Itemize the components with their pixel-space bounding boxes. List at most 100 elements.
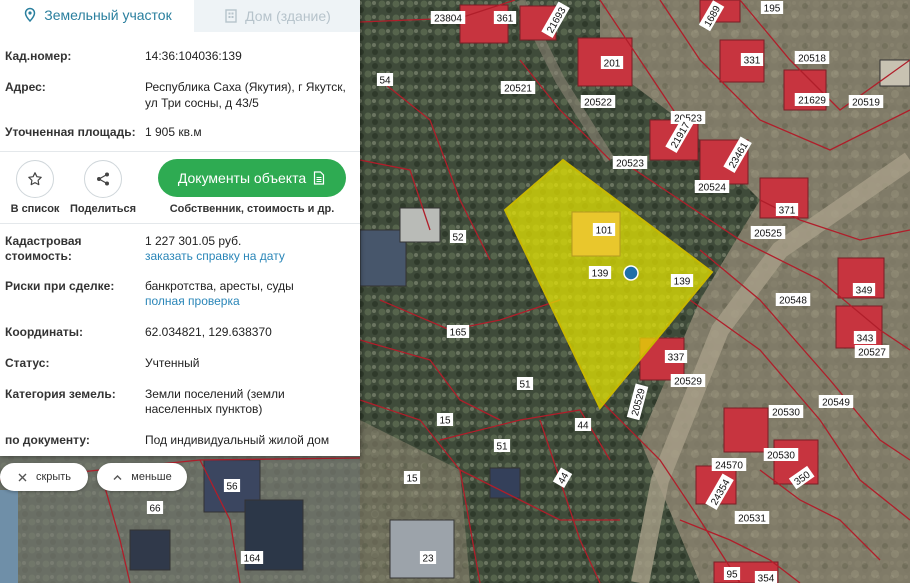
parcel-number-text: 20525 [754,229,782,240]
parcel-number-text: 20519 [852,98,880,109]
parcel-number-text: 54 [379,76,391,87]
parcel-number-text: 139 [592,269,609,280]
parcel-number-text: 51 [519,380,531,391]
parcel-number-label: 101 [592,223,616,237]
parcel-number-text: 20522 [584,98,612,109]
parcel-number-label: 337 [664,350,688,364]
cadastral-number-label: Кад.номер: [5,49,72,63]
tab-land-parcel-label: Земельный участок [44,7,172,23]
cadastral-cost-value-block: 1 227 301.05 руб. заказать справку на да… [145,234,350,264]
cadastral-cost-value: 1 227 301.05 руб. [145,234,242,248]
address-line-1: Республика Саха (Якутия), г Якутск, [145,80,346,94]
address-value: Республика Саха (Якутия), г Якутск, ул Т… [145,80,350,111]
parcel-number-label: 139 [670,274,694,288]
tab-land-parcel[interactable]: Земельный участок [0,0,194,32]
share-button[interactable] [84,160,122,198]
parcel-number-text: 101 [596,226,613,237]
close-icon [18,473,27,481]
parcel-number-label: 195 [760,1,784,15]
location-dot-icon[interactable] [623,265,639,281]
cadastral-cost-label: Кадастровая стоимость: [5,234,140,264]
parcel-number-label: 201 [600,56,624,70]
hide-panel-label: скрыть [35,471,72,483]
add-to-list-button[interactable] [16,160,54,198]
parcel-number-label: 20527 [854,345,890,359]
star-icon [28,172,42,186]
parcel-number-text: 20521 [504,84,532,95]
share-icon [97,172,109,186]
deal-risks-label: Риски при сделке: [5,279,115,293]
object-documents-button[interactable]: Документы объекта [158,159,346,197]
address-line-2: ул Три сосны, д 43/5 [145,96,259,110]
parcel-number-label: 20529 [670,374,706,388]
parcel-number-text: 44 [577,421,589,432]
parcel-number-text: 164 [244,554,261,565]
parcel-number-label: 23804 [430,11,466,25]
hide-panel-button[interactable]: скрыть [0,463,88,491]
status-label: Статус: [5,356,50,370]
land-category-line-1: Земли поселений (земли [145,387,285,401]
parcel-number-text: 52 [452,233,464,244]
object-documents-label: Документы объекта [177,170,307,186]
map-pin-icon [25,7,36,23]
area-value: 1 905 кв.м [145,125,202,139]
coordinates-label: Координаты: [5,325,84,339]
tab-house-label: Дом (здание) [245,8,331,24]
parcel-info-panel: Земельный участок Дом (здание) Кад.номер… [0,0,360,456]
parcel-number-text: 23804 [434,14,462,25]
parcel-number-text: 95 [726,570,738,581]
parcel-number-label: 354 [754,571,778,583]
land-category-line-2: населенных пунктов) [145,402,263,416]
collapse-panel-label: меньше [131,471,172,483]
land-category-value: Земли поселений (земли населенных пункто… [145,387,350,417]
parcel-number-label: 95 [723,567,741,581]
cadastral-number-link[interactable]: 14:36:104036:139 [145,49,350,64]
parcel-number-label: 44 [574,418,592,432]
parcel-number-text: 20527 [858,348,886,359]
parcel-number-text: 195 [764,4,781,15]
parcel-number-label: 54 [376,73,394,87]
parcel-number-label: 343 [853,331,877,345]
order-certificate-link[interactable]: заказать справку на дату [145,249,350,264]
parcel-number-label: 371 [775,203,799,217]
parcel-number-label: 15 [403,471,421,485]
parcel-number-label: 165 [446,325,470,339]
parcel-number-label: 331 [740,53,764,67]
parcel-number-label: 139 [588,266,612,280]
parcel-number-text: 354 [758,574,775,583]
parcel-number-text: 361 [497,14,514,25]
parcel-number-text: 51 [496,442,508,453]
parcel-number-text: 24570 [715,461,743,472]
parcel-number-label: 23 [419,551,437,565]
cadastral-cost-label-line-1: Кадастровая [5,234,82,248]
parcel-number-label: 20518 [794,51,830,65]
parcel-number-text: 20530 [767,451,795,462]
tab-house[interactable]: Дом (здание) [194,0,360,32]
land-category-label: Категория земель: [5,387,116,401]
area-label: Уточненная площадь: [5,125,136,139]
parcel-number-label: 20525 [750,226,786,240]
collapse-panel-button[interactable]: меньше [97,463,187,491]
parcel-number-label: 21629 [794,93,830,107]
document-usage-label: по документу: [5,433,90,447]
parcel-number-label: 164 [240,551,264,565]
parcel-number-text: 20524 [698,183,726,194]
parcel-number-label: 66 [146,501,164,515]
cadastral-cost-label-line-2: стоимость: [5,249,72,263]
parcel-number-text: 23 [422,554,434,565]
object-documents-caption: Собственник, стоимость и др. [169,203,335,215]
parcel-number-label: 361 [493,11,517,25]
parcel-number-text: 20518 [798,54,826,65]
add-to-list-label: В список [10,203,60,215]
status-value: Учтенный [145,356,200,370]
parcel-number-label: 51 [493,439,511,453]
document-usage-value: Под индивидуальный жилой дом [145,433,330,447]
full-check-link[interactable]: полная проверка [145,294,350,309]
parcel-number-text: 56 [226,482,238,493]
share-label: Поделиться [69,203,137,215]
parcel-number-text: 66 [149,504,161,515]
divider [0,151,360,152]
parcel-number-text: 139 [674,277,691,288]
parcel-number-label: 15 [436,413,454,427]
parcel-number-label: 20549 [818,395,854,409]
